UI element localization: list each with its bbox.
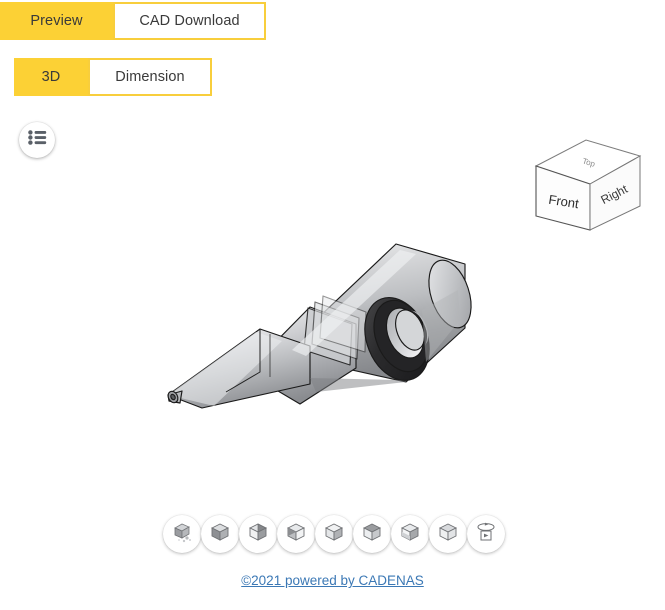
- cube-front-icon: [285, 521, 307, 548]
- tool-exploded-view[interactable]: [163, 515, 201, 553]
- cube-right-icon: [399, 521, 421, 548]
- list-menu-icon: [27, 130, 47, 150]
- tool-isometric-view[interactable]: [201, 515, 239, 553]
- tool-back-view[interactable]: [315, 515, 353, 553]
- exploded-cube-icon: [171, 521, 193, 548]
- tool-turntable-rotate[interactable]: [467, 515, 505, 553]
- cadenas-copyright-link[interactable]: ©2021 powered by CADENAS: [241, 573, 424, 588]
- cube-back-icon: [323, 521, 345, 548]
- tool-top-view[interactable]: [429, 515, 467, 553]
- main-tabbar: Preview CAD Download: [0, 2, 266, 40]
- tool-section-view[interactable]: [239, 515, 277, 553]
- cube-solid-icon: [209, 521, 231, 548]
- rotate-animation-icon: [474, 520, 498, 549]
- footer: ©2021 powered by CADENAS: [0, 572, 665, 590]
- cube-section-icon: [247, 521, 269, 548]
- tool-right-view[interactable]: [391, 515, 429, 553]
- tab-cad-download[interactable]: CAD Download: [113, 2, 266, 40]
- tab-preview[interactable]: Preview: [0, 2, 113, 40]
- tab-dimension[interactable]: Dimension: [88, 58, 212, 96]
- cube-left-icon: [361, 521, 383, 548]
- tab-3d[interactable]: 3D: [14, 58, 88, 96]
- cad-preview-page: Preview CAD Download 3D Dimension Front …: [0, 0, 665, 610]
- view-toolbar: [163, 515, 505, 553]
- sub-tabbar: 3D Dimension: [14, 58, 212, 96]
- navigation-cube[interactable]: Front Right Top: [528, 130, 648, 240]
- cube-top-icon: [437, 521, 459, 548]
- tool-left-view[interactable]: [353, 515, 391, 553]
- tool-front-view[interactable]: [277, 515, 315, 553]
- viewer-menu-button[interactable]: [19, 122, 55, 158]
